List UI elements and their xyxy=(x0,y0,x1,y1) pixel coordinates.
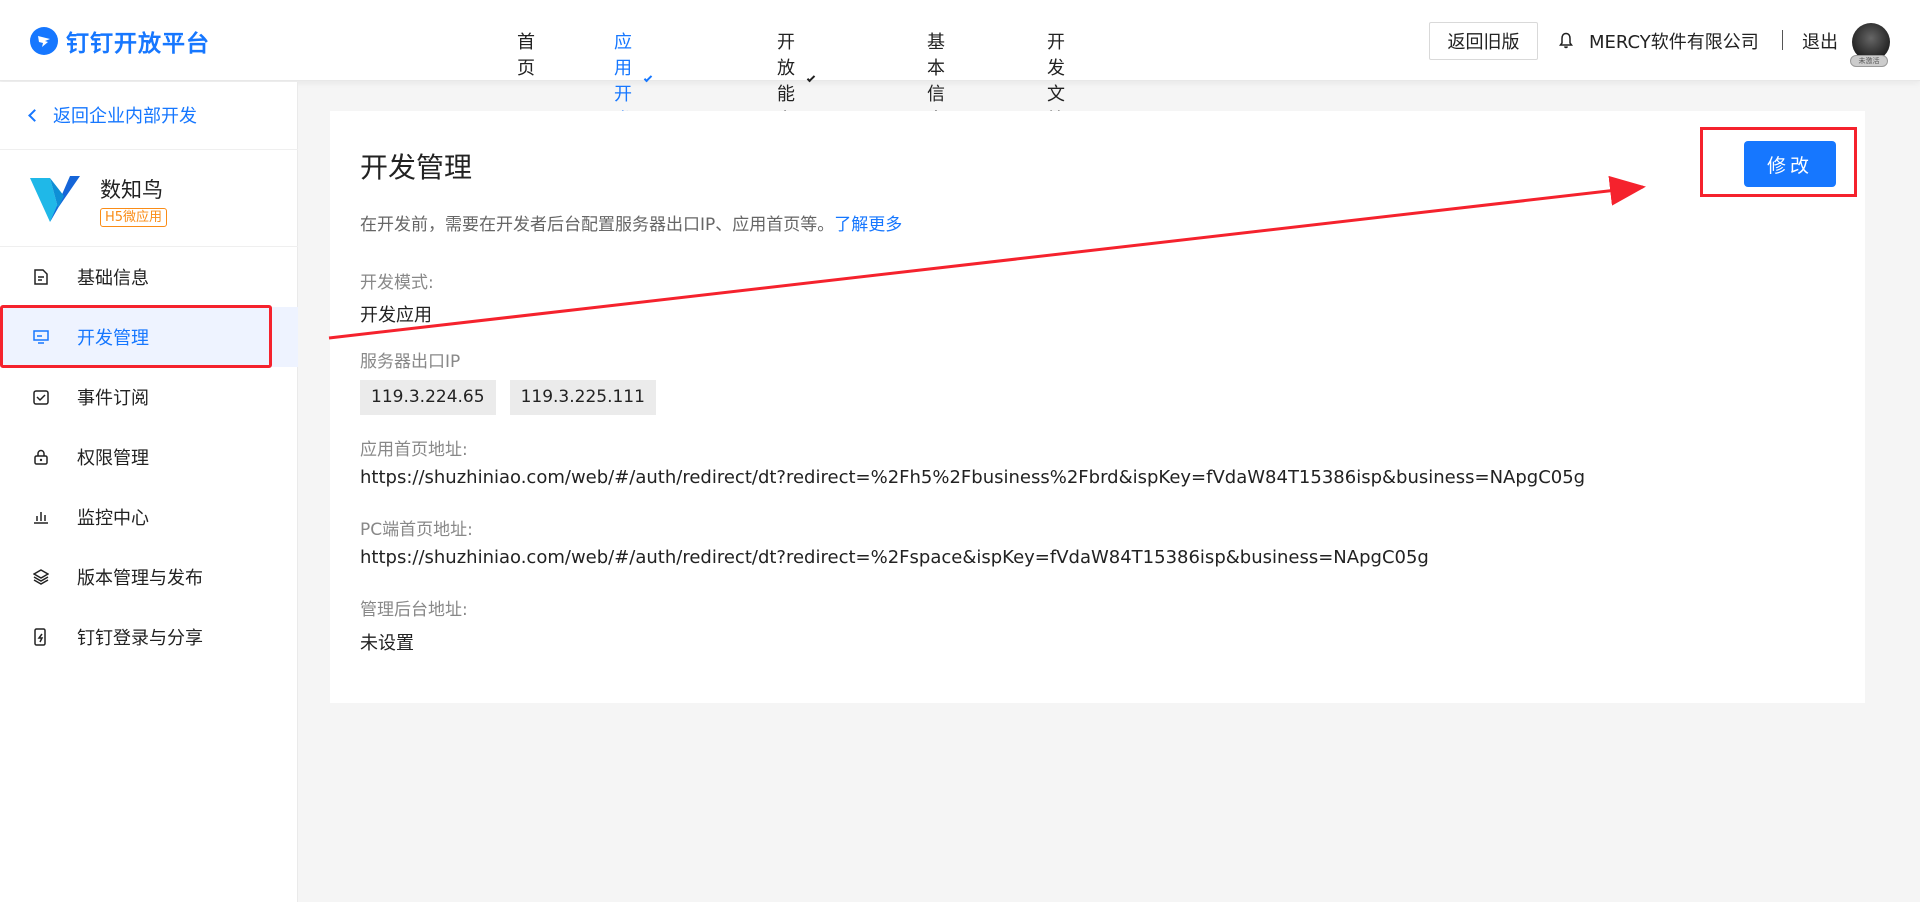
server-ip-list: 119.3.224.65 119.3.225.111 xyxy=(360,380,656,415)
admin-label: 管理后台地址: xyxy=(360,600,468,620)
app-name: 数知鸟 xyxy=(100,178,163,202)
sidebar-item-event-subscription[interactable]: 事件订阅 xyxy=(0,367,298,427)
server-ip-label: 服务器出口IP xyxy=(360,352,461,372)
sidebar-item-monitoring-center[interactable]: 监控中心 xyxy=(0,487,298,547)
chevron-left-icon xyxy=(28,108,41,122)
homepage-label: 应用首页地址: xyxy=(360,440,468,460)
nav-home-label: 首页 xyxy=(517,32,535,79)
logo-text: 钉钉开放平台 xyxy=(66,31,210,57)
chevron-down-icon xyxy=(643,73,653,82)
bell-icon[interactable] xyxy=(1559,32,1573,49)
app-type-badge: H5微应用 xyxy=(100,208,168,227)
dingtalk-bird-icon xyxy=(30,27,58,55)
avatar-status-badge: 未激活 xyxy=(1850,55,1888,67)
monitor-icon xyxy=(33,329,49,345)
sidebar-divider xyxy=(0,149,298,150)
company-name[interactable]: MERCY软件有限公司 xyxy=(1589,28,1759,54)
back-to-internal-dev-link[interactable]: 返回企业内部开发 xyxy=(28,102,197,128)
pc-homepage-label: PC端首页地址: xyxy=(360,520,473,540)
sidebar-item-label: 权限管理 xyxy=(77,448,149,469)
edit-button[interactable]: 修改 xyxy=(1744,141,1836,187)
sidebar-item-label: 版本管理与发布 xyxy=(77,568,203,589)
sidebar-item-label: 监控中心 xyxy=(77,508,149,529)
page-description: 在开发前，需要在开发者后台配置服务器出口IP、应用首页等。了解更多 xyxy=(360,210,902,235)
ip-chip: 119.3.224.65 xyxy=(360,380,496,415)
bar-chart-icon xyxy=(33,509,49,525)
sidebar-item-permission-management[interactable]: 权限管理 xyxy=(0,427,298,487)
chevron-down-icon xyxy=(806,73,816,82)
page-title: 开发管理 xyxy=(360,151,473,184)
sidebar-item-label: 基础信息 xyxy=(77,268,149,289)
pc-homepage-value: https://shuzhiniao.com/web/#/auth/redire… xyxy=(360,547,1429,568)
sidebar-item-dev-management[interactable]: 开发管理 xyxy=(0,307,298,367)
return-old-version-button[interactable]: 返回旧版 xyxy=(1429,22,1538,60)
sidebar: 返回企业内部开发 数知鸟 H5微应用 基础信息 开发管理 事件订阅 权限管理 监… xyxy=(0,82,298,902)
app-info-card: 数知鸟 H5微应用 xyxy=(28,170,168,227)
admin-value: 未设置 xyxy=(360,633,414,654)
dev-mode-value: 开发应用 xyxy=(360,305,432,326)
document-icon xyxy=(33,269,49,285)
app-meta: 数知鸟 H5微应用 xyxy=(100,170,168,227)
sidebar-menu: 基础信息 开发管理 事件订阅 权限管理 监控中心 版本管理与发布 钉钉登录与分享 xyxy=(0,247,298,667)
logout-link[interactable]: 退出 xyxy=(1802,28,1838,54)
phone-login-icon xyxy=(33,628,49,646)
learn-more-link[interactable]: 了解更多 xyxy=(834,215,902,235)
dev-management-card: 开发管理 修改 在开发前，需要在开发者后台配置服务器出口IP、应用首页等。了解更… xyxy=(330,111,1865,703)
dingtalk-logo[interactable]: 钉钉开放平台 xyxy=(30,24,210,58)
layers-icon xyxy=(33,569,49,585)
sidebar-item-label: 开发管理 xyxy=(77,328,149,349)
calendar-check-icon xyxy=(33,389,49,405)
sidebar-item-basic-info[interactable]: 基础信息 xyxy=(0,247,298,307)
dev-mode-label: 开发模式: xyxy=(360,273,434,293)
lock-icon xyxy=(33,449,49,465)
sidebar-item-version-release[interactable]: 版本管理与发布 xyxy=(0,547,298,607)
description-text: 在开发前，需要在开发者后台配置服务器出口IP、应用首页等。 xyxy=(360,215,835,235)
nav-home[interactable]: 首页 xyxy=(517,28,535,80)
sidebar-item-label: 事件订阅 xyxy=(77,388,149,409)
app-logo xyxy=(30,176,80,222)
ip-chip: 119.3.225.111 xyxy=(509,380,656,415)
back-link-label: 返回企业内部开发 xyxy=(53,106,197,127)
homepage-value: https://shuzhiniao.com/web/#/auth/redire… xyxy=(360,467,1586,488)
top-header: 钉钉开放平台 首页 应用开发 开放能力 基本信息 开发文档 返回旧版 MERCY… xyxy=(0,0,1920,131)
sidebar-item-dingtalk-login-share[interactable]: 钉钉登录与分享 xyxy=(0,607,298,667)
header-divider xyxy=(1782,30,1783,50)
sidebar-item-label: 钉钉登录与分享 xyxy=(77,628,203,649)
